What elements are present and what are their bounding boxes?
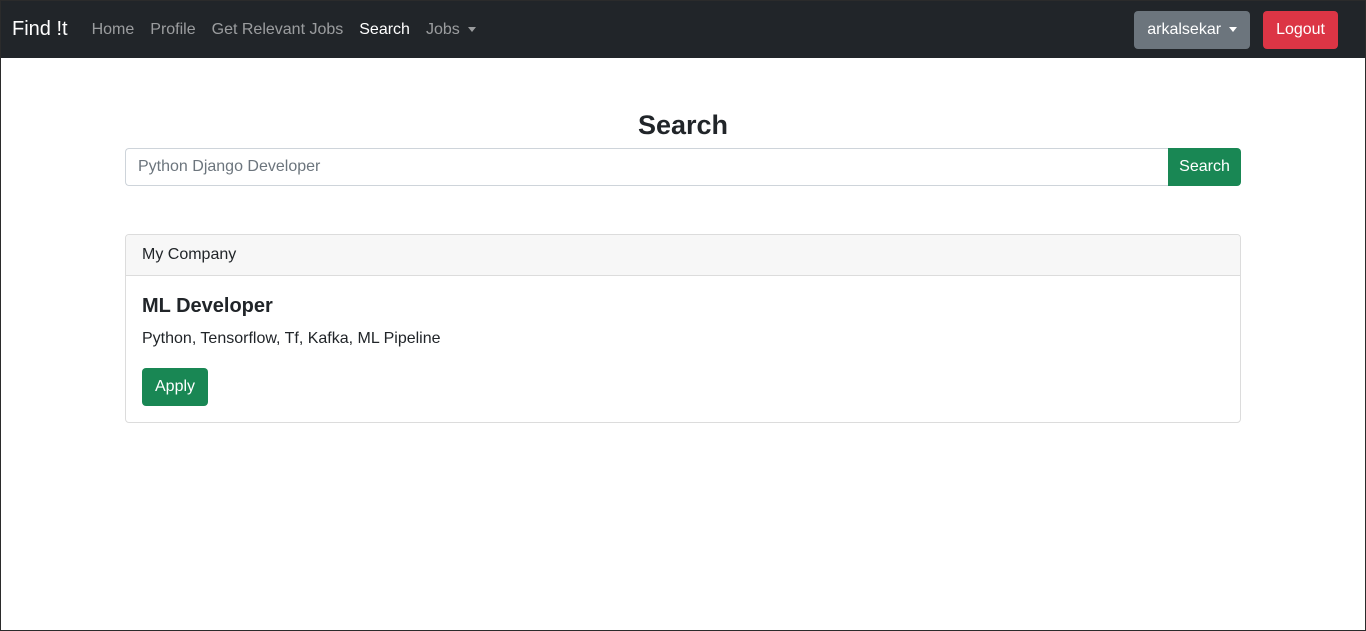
nav-link-search[interactable]: Search: [351, 21, 418, 39]
user-menu-label: arkalsekar: [1147, 20, 1222, 38]
user-menu-button[interactable]: arkalsekar: [1134, 10, 1251, 49]
job-card: My Company ML Developer Python, Tensorfl…: [125, 234, 1241, 423]
chevron-down-icon: [467, 27, 476, 32]
nav-links: Home Profile Get Relevant Jobs Search Jo…: [84, 21, 484, 39]
search-button[interactable]: Search: [1168, 148, 1241, 186]
brand-logo[interactable]: Find !t: [12, 1, 68, 58]
nav-link-jobs-label: Jobs: [425, 20, 460, 38]
job-title: ML Developer: [142, 295, 273, 317]
search-input[interactable]: [125, 148, 1168, 186]
job-card-company: My Company: [126, 235, 1240, 276]
job-card-body: ML Developer Python, Tensorflow, Tf, Kaf…: [126, 276, 1240, 422]
apply-button[interactable]: Apply: [142, 368, 209, 406]
nav-link-profile[interactable]: Profile: [142, 21, 203, 39]
job-skills: Python, Tensorflow, Tf, Kafka, ML Pipeli…: [142, 330, 441, 347]
chevron-down-icon: [1229, 27, 1238, 32]
nav-link-get-relevant-jobs[interactable]: Get Relevant Jobs: [204, 21, 352, 39]
app-window: Find !t Home Profile Get Relevant Jobs S…: [0, 0, 1366, 631]
logout-button[interactable]: Logout: [1263, 10, 1338, 49]
nav-link-jobs-dropdown[interactable]: Jobs: [418, 21, 484, 39]
nav-right-group: arkalsekar Logout: [1134, 10, 1349, 49]
nav-link-home[interactable]: Home: [84, 21, 143, 39]
main-content: Search Search My Company ML Developer Py…: [125, 108, 1241, 423]
top-navbar: Find !t Home Profile Get Relevant Jobs S…: [1, 1, 1365, 58]
search-bar: Search: [125, 148, 1241, 186]
page-title: Search: [637, 110, 729, 140]
